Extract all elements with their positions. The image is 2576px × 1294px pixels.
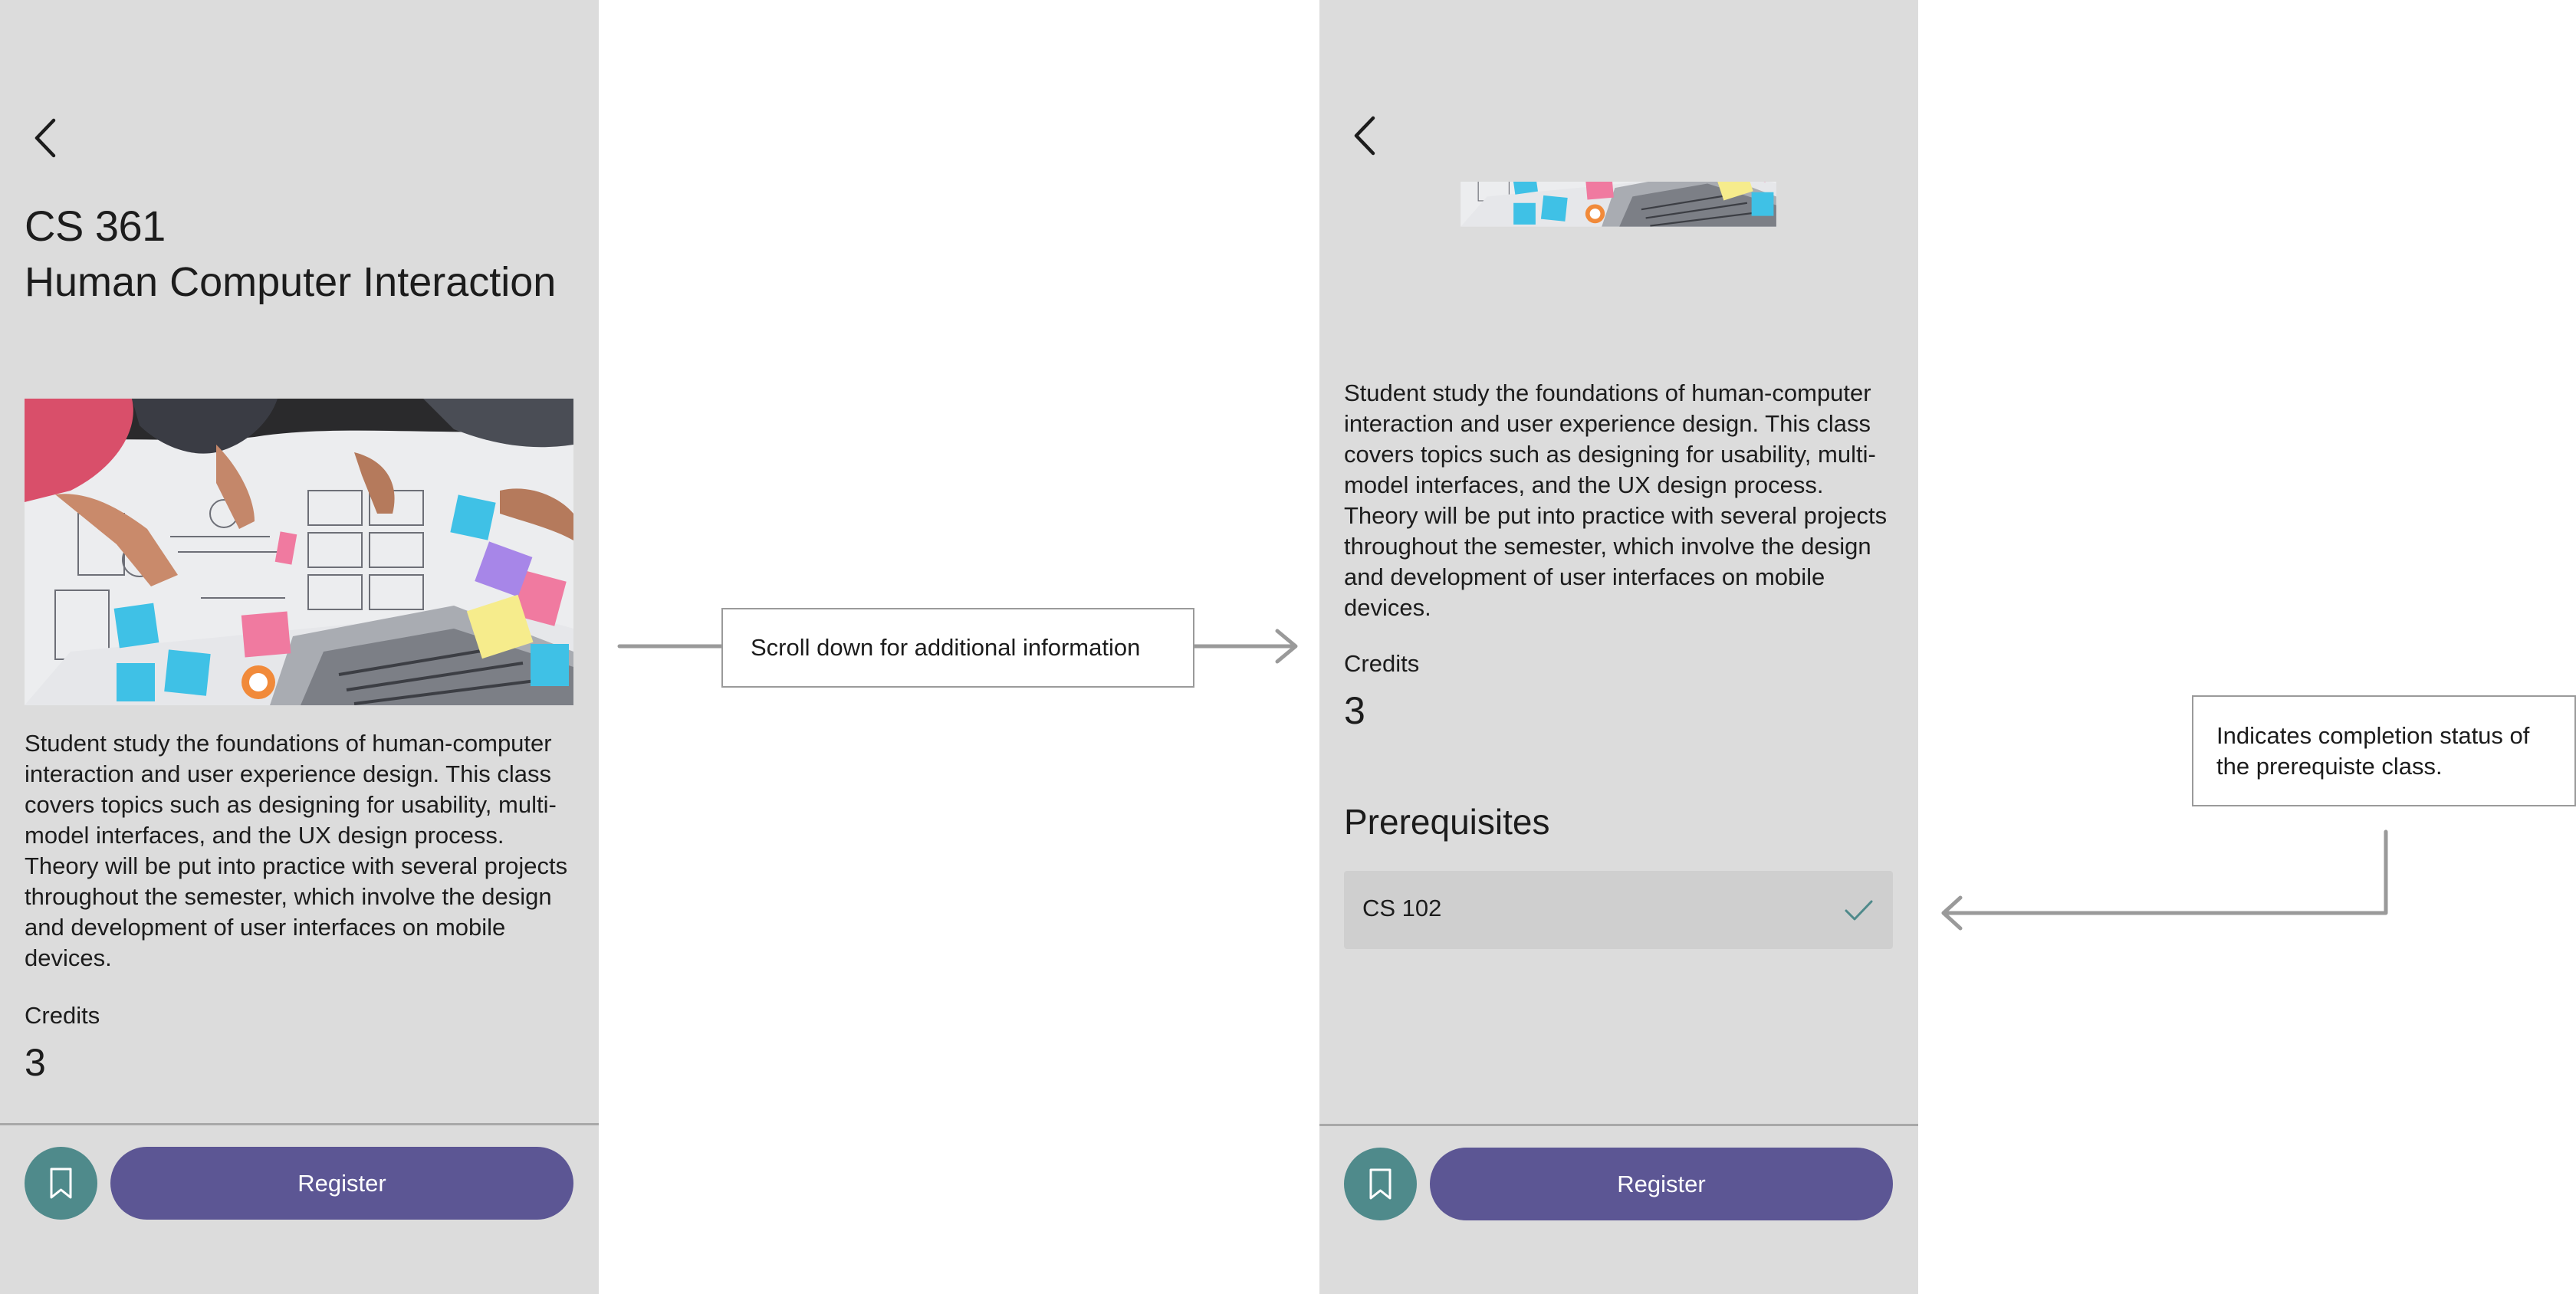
status-annotation-text: Indicates completion status of the prere…	[2216, 722, 2530, 780]
status-connector-line	[1941, 829, 2388, 915]
scroll-annotation-text: Scroll down for additional information	[751, 634, 1141, 661]
scroll-annotation: Scroll down for additional information	[721, 608, 1194, 688]
annotation-connectors	[617, 629, 2388, 931]
status-annotation: Indicates completion status of the prere…	[2192, 695, 2576, 806]
